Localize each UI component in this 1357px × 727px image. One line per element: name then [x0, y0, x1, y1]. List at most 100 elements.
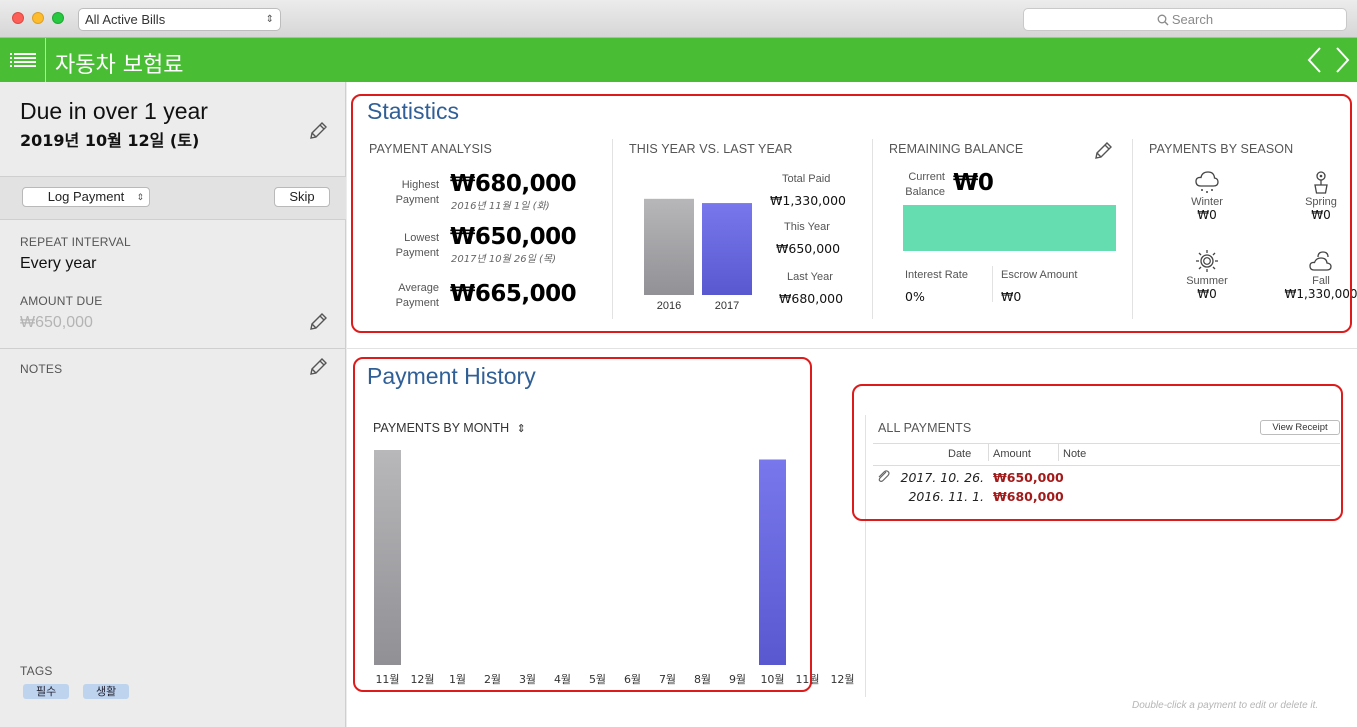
- label-line: Payment: [395, 297, 439, 309]
- month-tick-label: 2월: [483, 673, 502, 686]
- payment-amount: ₩680,000: [993, 489, 1064, 504]
- column-divider: [988, 443, 989, 461]
- season-fall: Fall ₩1,330,000: [1281, 249, 1357, 301]
- month-tick-label: 12월: [410, 673, 435, 686]
- average-payment-value: ₩665,000: [450, 281, 577, 307]
- season-amount: ₩0: [1197, 208, 1217, 222]
- season-amount: ₩1,330,000: [1284, 287, 1357, 301]
- total-paid-value: ₩1,330,000: [770, 193, 846, 208]
- season-name: Winter: [1191, 196, 1223, 208]
- sidebar-toggle-button[interactable]: [0, 38, 46, 82]
- highest-payment-label: Highest Payment: [379, 178, 439, 208]
- bill-filter-value: All Active Bills: [85, 12, 166, 27]
- bar-label-2017: 2017: [715, 300, 739, 312]
- season-name: Summer: [1186, 275, 1228, 287]
- due-status: Due in over 1 year: [20, 98, 208, 124]
- month-bar[interactable]: [374, 450, 401, 665]
- month-tick-label: 12월: [830, 673, 855, 686]
- interest-rate-value: 0%: [905, 289, 925, 304]
- column-divider: [1132, 139, 1133, 319]
- label-line: Average: [398, 282, 439, 294]
- edit-amount-pencil-icon[interactable]: [307, 311, 329, 333]
- season-summer: Summer ₩0: [1167, 249, 1247, 301]
- month-tick-label: 11월: [795, 673, 820, 686]
- repeat-interval-label: REPEAT INTERVAL: [20, 235, 131, 249]
- current-balance-value: ₩0: [953, 170, 994, 196]
- view-receipt-button[interactable]: View Receipt: [1260, 420, 1340, 435]
- column-header-note[interactable]: Note: [1063, 448, 1086, 460]
- month-tick-label: 1월: [448, 673, 467, 686]
- month-tick-label: 8월: [693, 673, 712, 686]
- label-line: Payment: [395, 247, 439, 259]
- payments-by-month-select[interactable]: PAYMENTS BY MONTH ⇕: [373, 421, 526, 435]
- month-tick-label: 4월: [553, 673, 572, 686]
- edit-balance-pencil-icon[interactable]: [1092, 140, 1114, 162]
- zoom-window-button[interactable]: [52, 12, 64, 24]
- list-menu-icon: [10, 53, 36, 67]
- section-divider: [347, 348, 1357, 349]
- month-tick-label: 5월: [588, 673, 607, 686]
- month-tick-label: 6월: [623, 673, 642, 686]
- remaining-balance-bar: [903, 205, 1116, 251]
- lowest-payment-date: 2017년 10월 26일 (목): [451, 254, 557, 265]
- search-input[interactable]: Search: [1023, 8, 1347, 31]
- statistics-title: Statistics: [367, 98, 460, 124]
- column-divider: [1058, 443, 1059, 461]
- month-bar[interactable]: [759, 459, 786, 665]
- edit-due-date-pencil-icon[interactable]: [307, 120, 329, 142]
- season-name: Fall: [1312, 275, 1330, 287]
- tag-chip[interactable]: 필수: [23, 684, 70, 699]
- this-year-value: ₩650,000: [776, 241, 841, 256]
- label-line: Payment: [395, 194, 439, 206]
- month-tick-label: 7월: [658, 673, 677, 686]
- updown-chevron-icon: ⇕: [516, 423, 526, 435]
- interest-rate-label: Interest Rate: [905, 269, 968, 281]
- month-tick-label: 3월: [518, 673, 537, 686]
- table-top-line: [873, 443, 1340, 444]
- month-tick-label: 11월: [375, 673, 400, 686]
- highest-payment-value: ₩680,000: [450, 171, 577, 197]
- label-line: Lowest: [404, 232, 439, 244]
- lowest-payment-label: Lowest Payment: [379, 231, 439, 261]
- minimize-window-button[interactable]: [32, 12, 44, 24]
- column-header-amount[interactable]: Amount: [993, 448, 1031, 460]
- notes-label: NOTES: [20, 362, 63, 376]
- bar-2017: [702, 203, 752, 295]
- average-payment-label: Average Payment: [379, 281, 439, 311]
- snow-cloud-icon: [1195, 171, 1219, 193]
- bar-2016: [644, 198, 694, 295]
- bill-main-panel: Statistics PAYMENT ANALYSIS Highest Payme…: [347, 82, 1357, 727]
- amount-due-value: ₩650,000: [20, 314, 93, 331]
- payments-by-month-chart: [374, 450, 786, 665]
- year-comparison-label: THIS YEAR VS. LAST YEAR: [629, 142, 793, 156]
- column-divider: [872, 139, 873, 319]
- season-winter: Winter ₩0: [1167, 170, 1247, 222]
- escrow-amount-label: Escrow Amount: [1001, 269, 1078, 281]
- edit-notes-pencil-icon[interactable]: [307, 356, 329, 378]
- payments-by-season-label: PAYMENTS BY SEASON: [1149, 142, 1294, 156]
- repeat-interval-value: Every year: [20, 255, 97, 272]
- label-line: Highest: [401, 179, 439, 191]
- close-window-button[interactable]: [12, 12, 24, 24]
- table-header-line: [873, 465, 1340, 466]
- season-name: Spring: [1305, 196, 1337, 208]
- lowest-payment-value: ₩650,000: [450, 224, 577, 250]
- this-year-label: This Year: [784, 221, 830, 233]
- tag-chip[interactable]: 생활: [83, 684, 130, 699]
- label-line: Current: [908, 171, 945, 183]
- total-paid-label: Total Paid: [782, 173, 831, 185]
- column-header-date[interactable]: Date: [948, 448, 971, 460]
- paperclip-icon[interactable]: [875, 468, 891, 484]
- bar-label-2016: 2016: [657, 300, 681, 312]
- last-year-value: ₩680,000: [779, 291, 844, 306]
- previous-bill-chevron-icon[interactable]: [1305, 46, 1325, 74]
- skip-button[interactable]: Skip: [274, 187, 330, 207]
- amount-due-label: AMOUNT DUE: [20, 294, 103, 308]
- due-date: 2019년 10월 12일 (토): [20, 131, 200, 150]
- log-payment-select[interactable]: Log Payment ⇕: [22, 187, 150, 207]
- all-payments-label: ALL PAYMENTS: [878, 421, 972, 435]
- bill-filter-select[interactable]: All Active Bills ⇕: [78, 8, 281, 31]
- next-bill-chevron-icon[interactable]: [1332, 46, 1352, 74]
- year-comparison-chart: 2016 2017: [644, 198, 752, 312]
- payments-by-month-label: PAYMENTS BY MONTH: [373, 421, 510, 435]
